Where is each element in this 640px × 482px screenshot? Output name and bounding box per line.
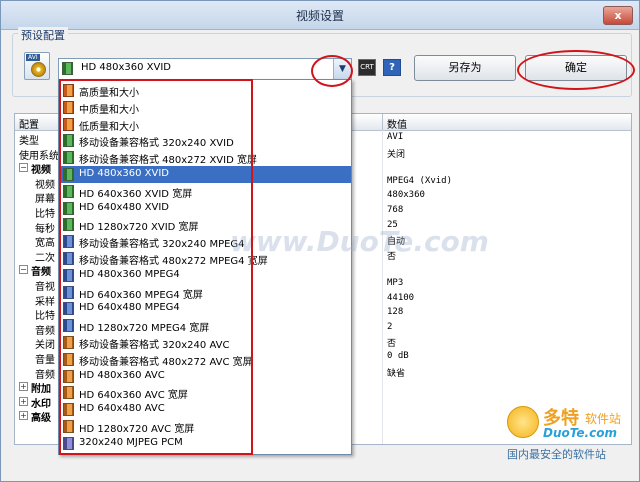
preset-combobox[interactable]: HD 480x360 XVID ▼ xyxy=(58,58,352,80)
title-bar[interactable]: 视频设置 x xyxy=(1,1,639,30)
avi-tag: AVI xyxy=(26,54,40,61)
row-value: 缺省 xyxy=(387,368,406,379)
watermark: www.DuoTe.com xyxy=(230,225,489,258)
row-label: 音量 xyxy=(35,355,55,366)
help-button[interactable]: ? xyxy=(383,59,401,76)
logo-soft: 软件站 xyxy=(585,412,622,426)
row-value: 2 xyxy=(387,321,393,332)
expand-icon[interactable]: + xyxy=(19,396,28,406)
window-title: 视频设置 xyxy=(295,9,344,23)
column-separator[interactable] xyxy=(382,114,383,130)
row-label: 水印 xyxy=(31,398,51,410)
row-value: 768 xyxy=(387,205,404,215)
save-as-button[interactable]: 另存为 xyxy=(414,55,516,81)
row-label: 二次 xyxy=(35,252,55,264)
row-label: 视频 xyxy=(35,179,55,191)
row-label: 视频 xyxy=(31,165,51,177)
row-label: 采样 xyxy=(35,296,55,308)
row-value: AVI xyxy=(387,132,404,142)
row-label: 附加 xyxy=(31,384,51,396)
row-label: 音频 xyxy=(35,369,55,381)
xvid-format-icon xyxy=(62,62,73,75)
annotation-rect-list xyxy=(59,79,253,455)
disc-icon xyxy=(31,62,46,77)
logo-site: DuoTe.com xyxy=(543,426,617,440)
row-label: 音频 xyxy=(31,267,51,279)
row-value: 44100 xyxy=(387,292,415,303)
row-label: 音频 xyxy=(35,325,55,337)
row-label: 类型 xyxy=(19,136,39,147)
row-label: 关闭 xyxy=(35,340,55,352)
duote-logo: 多特 软件站 DuoTe.com 国内最安全的软件站 xyxy=(505,404,635,464)
annotation-circle-arrow xyxy=(311,55,353,87)
collapse-icon[interactable]: − xyxy=(19,163,28,173)
mascot-icon xyxy=(507,406,539,438)
column-header-value[interactable]: 数值 xyxy=(387,116,407,131)
row-label: 每秒 xyxy=(35,223,55,235)
row-label: 音视 xyxy=(35,282,55,293)
row-value: MP3 xyxy=(387,278,404,288)
collapse-icon[interactable]: − xyxy=(19,265,28,275)
row-value: 0 dB xyxy=(387,351,409,361)
expand-icon[interactable]: + xyxy=(19,411,28,421)
row-value: MPEG4 (Xvid) xyxy=(387,175,453,186)
row-value: 128 xyxy=(387,307,404,318)
column-header-name[interactable]: 配置 xyxy=(19,116,39,131)
row-value: 关闭 xyxy=(387,149,406,160)
expand-icon[interactable]: + xyxy=(19,382,28,392)
row-label: 使用系统 xyxy=(19,150,59,162)
row-value: 480x360 xyxy=(387,190,425,201)
annotation-circle-ok xyxy=(517,50,635,90)
row-label: 高级 xyxy=(31,413,51,425)
logo-slogan: 国内最安全的软件站 xyxy=(507,448,606,461)
preset-group-label: 预设配置 xyxy=(18,27,68,43)
preset-selected-value: HD 480x360 XVID xyxy=(81,62,172,73)
close-button[interactable]: x xyxy=(603,6,633,25)
display-mode-button[interactable]: CRT xyxy=(358,59,376,76)
row-label: 屏幕 xyxy=(35,194,55,206)
row-label: 比特 xyxy=(35,311,55,323)
avi-format-icon: AVI xyxy=(24,52,50,80)
row-value: 否 xyxy=(387,339,397,350)
row-label: 比特 xyxy=(35,209,55,220)
row-label: 宽高 xyxy=(35,238,55,250)
